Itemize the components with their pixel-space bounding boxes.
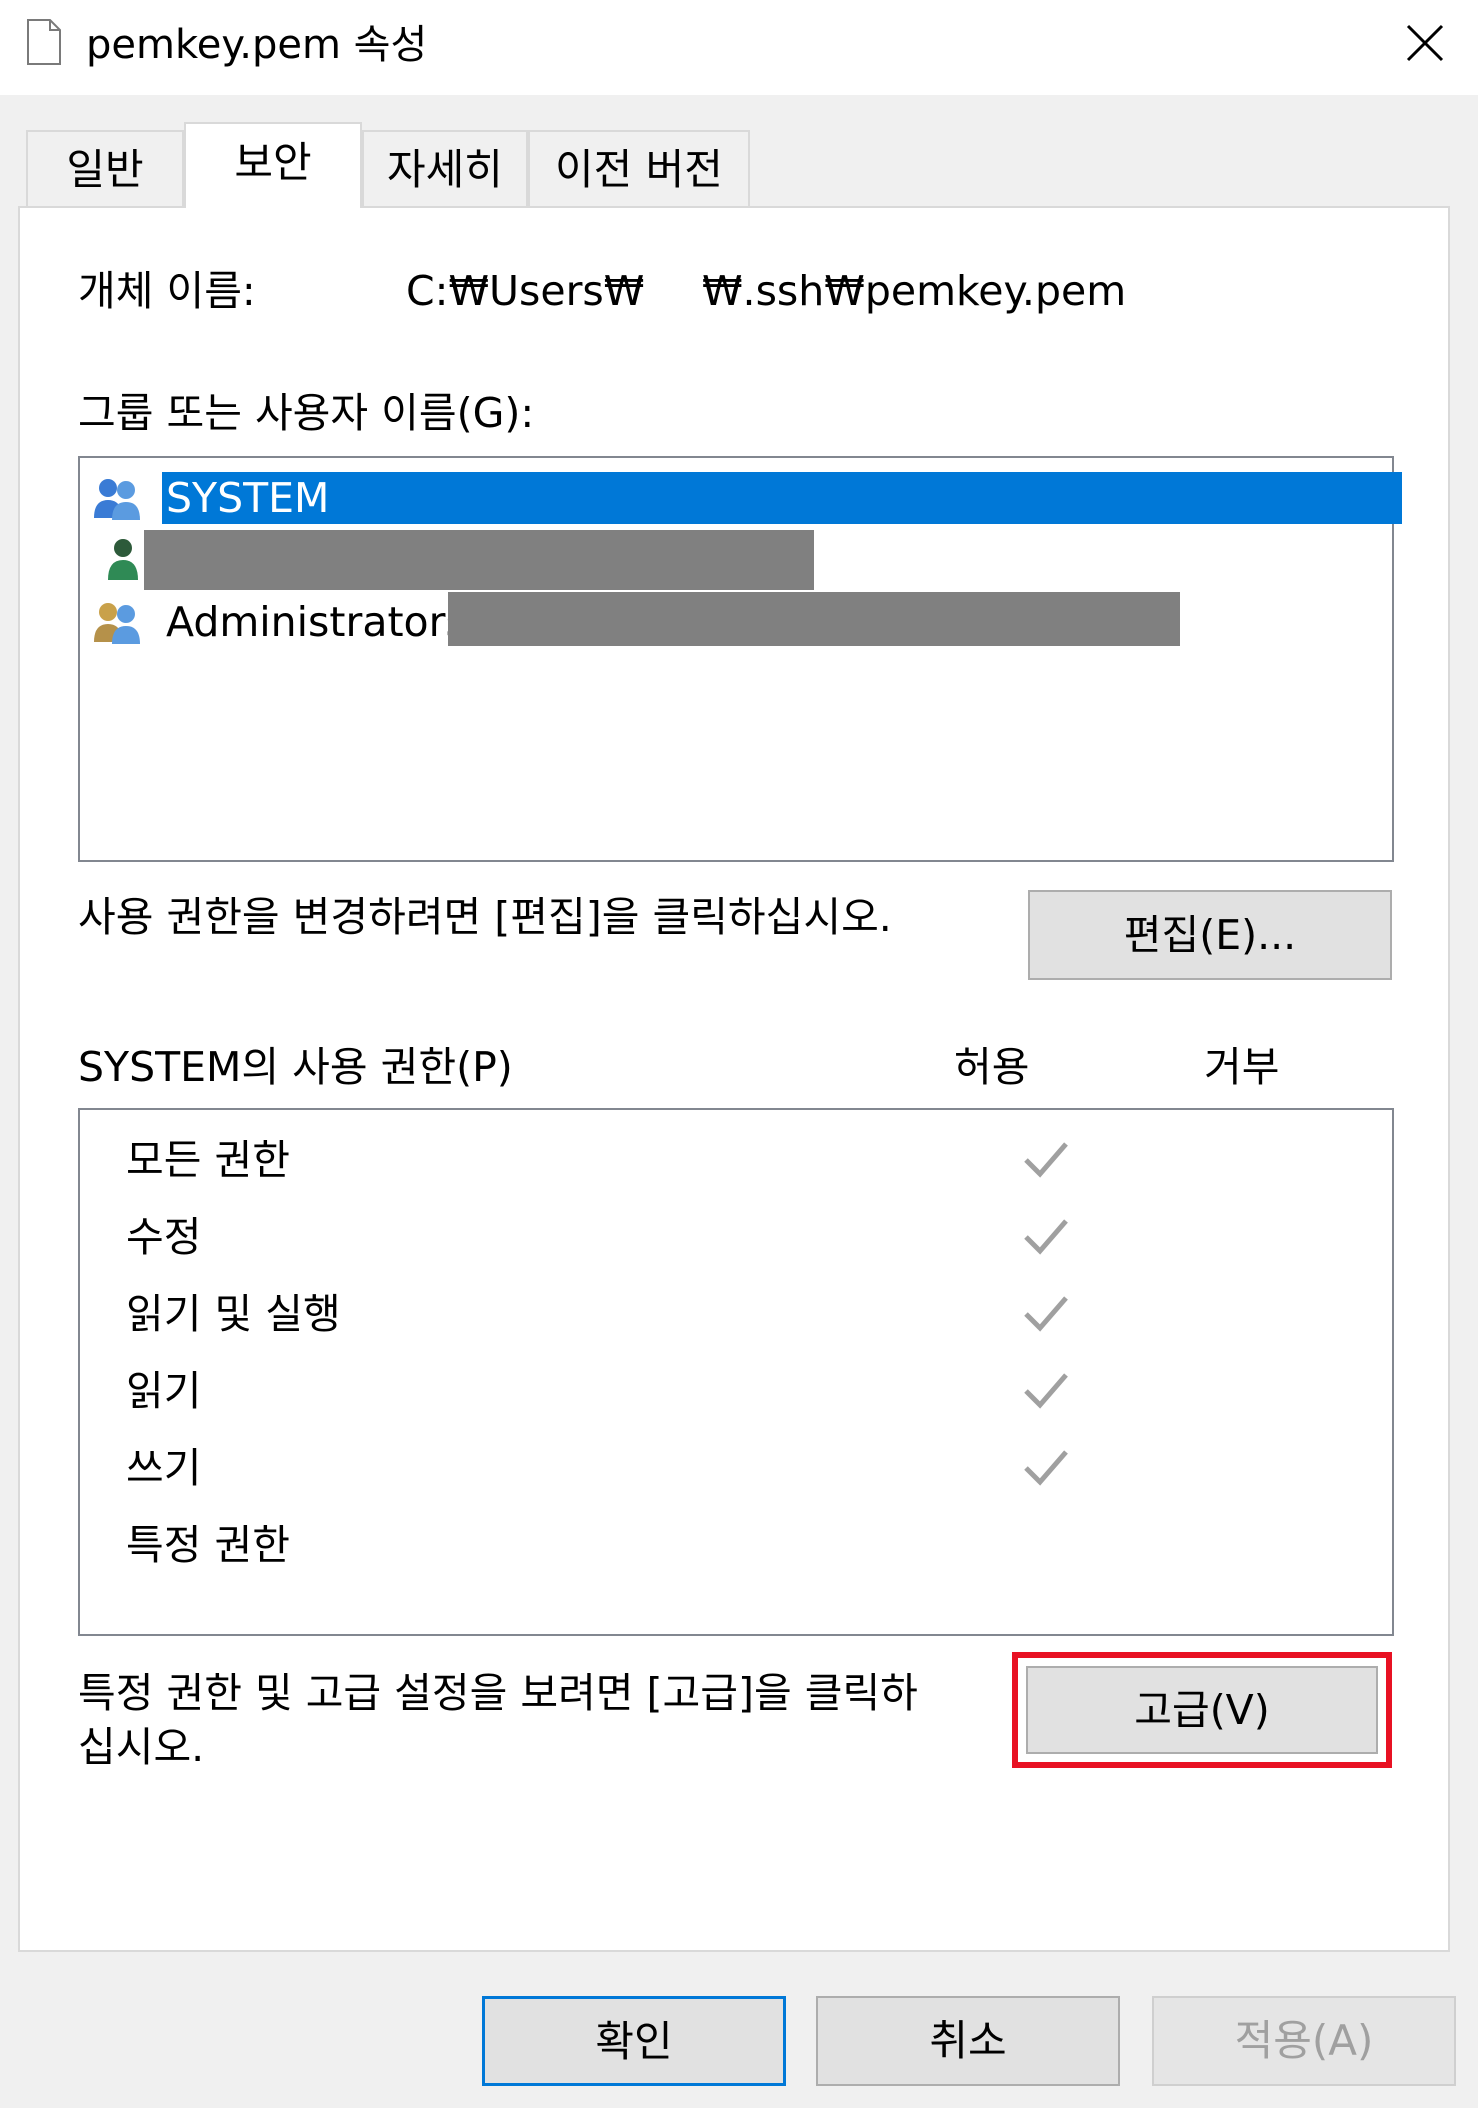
permissions-label: SYSTEM의 사용 권한(P) — [78, 1043, 513, 1091]
user-name: SYSTEM — [162, 472, 1402, 524]
close-icon[interactable] — [1400, 18, 1450, 68]
perm-name: 읽기 — [126, 1367, 202, 1415]
perm-row: 쓰기 — [126, 1438, 1326, 1498]
perm-name: 모든 권한 — [126, 1136, 290, 1184]
check-icon — [1024, 1296, 1068, 1332]
permissions-list: 모든 권한 수정 읽기 및 실행 읽기 쓰기 특정 권한 — [78, 1108, 1394, 1636]
perm-row: 읽기 및 실행 — [126, 1284, 1326, 1344]
perm-name: 특정 권한 — [126, 1521, 290, 1569]
perm-row: 모든 권한 — [126, 1130, 1326, 1190]
group-users-icon — [94, 479, 140, 520]
advanced-hint-line2: 십시오. — [78, 1723, 205, 1771]
perm-row: 특정 권한 — [126, 1515, 1326, 1575]
ok-button[interactable]: 확인 — [482, 1996, 786, 2086]
check-icon — [1024, 1450, 1068, 1486]
edit-hint: 사용 권한을 변경하려면 [편집]을 클릭하십시오. — [78, 893, 892, 941]
object-path-part1: C:₩Users₩ — [406, 267, 645, 315]
check-icon — [1024, 1373, 1068, 1409]
group-users-icon — [94, 603, 140, 644]
highlight-box — [1012, 1652, 1392, 1768]
tab-general[interactable]: 일반 — [26, 130, 184, 206]
edit-button[interactable]: 편집(E)... — [1028, 890, 1392, 980]
perm-name: 읽기 및 실행 — [126, 1290, 341, 1338]
user-row-administrators[interactable]: Administrators — [92, 592, 1382, 650]
user-name: Administrators — [166, 598, 467, 646]
perm-row: 읽기 — [126, 1361, 1326, 1421]
tab-previous-versions[interactable]: 이전 버전 — [528, 130, 750, 206]
advanced-hint-line1: 특정 권한 및 고급 설정을 보려면 [고급]을 클릭하 — [78, 1669, 918, 1717]
allow-header: 허용 — [954, 1043, 1030, 1091]
perm-name: 쓰기 — [126, 1444, 202, 1492]
user-list[interactable]: SYSTEM Administrators — [78, 456, 1402, 862]
redacted-user-name — [144, 530, 814, 590]
user-row-system[interactable]: SYSTEM — [92, 470, 1402, 526]
check-icon — [1024, 1142, 1068, 1178]
object-name-label: 개체 이름: — [78, 267, 256, 315]
redacted-user-suffix — [448, 592, 1180, 646]
perm-row: 수정 — [126, 1207, 1326, 1267]
tab-details[interactable]: 자세히 — [362, 130, 528, 206]
apply-button[interactable]: 적용(A) — [1152, 1996, 1456, 2086]
perm-name: 수정 — [126, 1213, 202, 1261]
tab-security[interactable]: 보안 — [184, 122, 362, 208]
group-user-label: 그룹 또는 사용자 이름(G): — [78, 389, 535, 437]
window-title: pemkey.pem 속성 — [86, 22, 428, 68]
user-row-redacted[interactable] — [92, 530, 1382, 590]
cancel-button[interactable]: 취소 — [816, 1996, 1120, 2086]
check-icon — [1024, 1219, 1068, 1255]
file-icon — [27, 19, 61, 65]
user-icon — [108, 539, 138, 580]
object-path-part2: ₩.ssh₩pemkey.pem — [702, 267, 1127, 315]
deny-header: 거부 — [1204, 1043, 1280, 1091]
